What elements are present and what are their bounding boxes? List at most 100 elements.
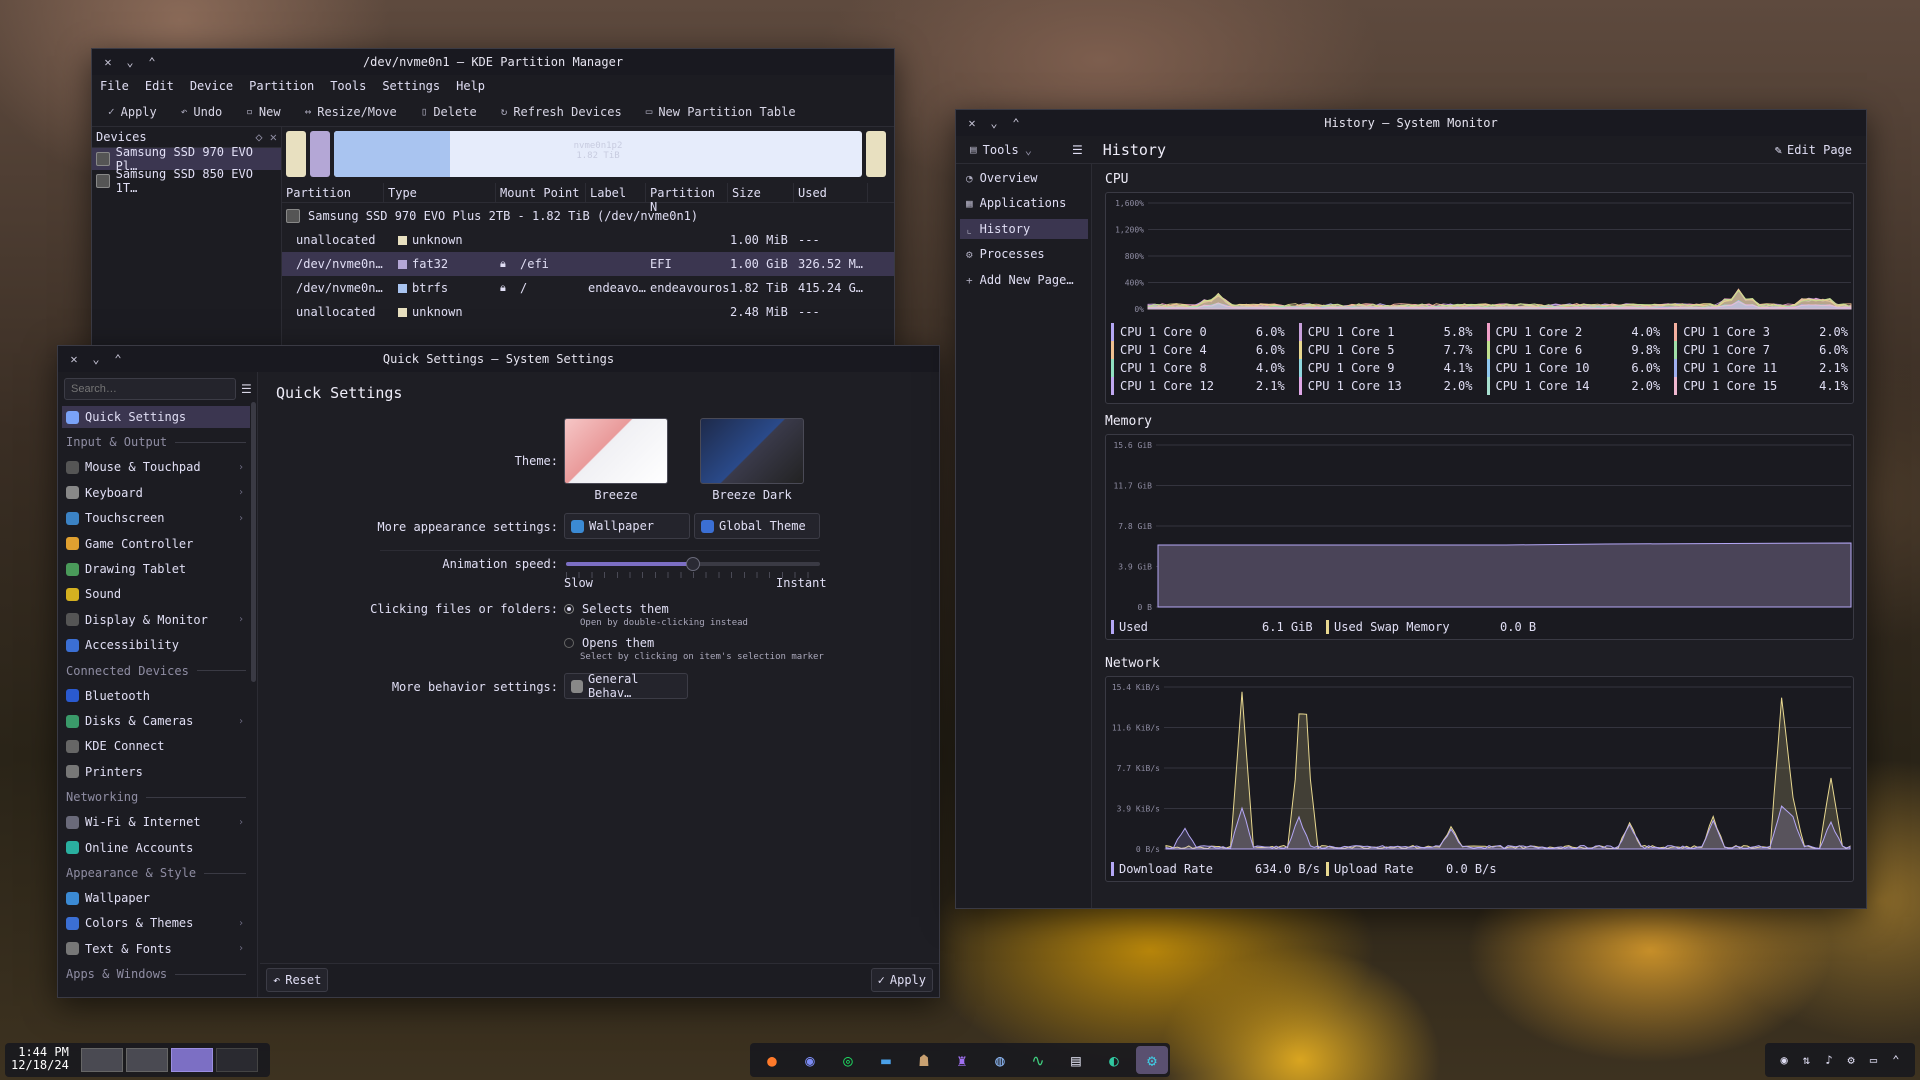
sidebar-item-disks-cameras[interactable]: Disks & Cameras › (62, 710, 250, 732)
partition-segment[interactable]: nvme0n1p2 1.82 TiB (334, 131, 862, 177)
maximize-icon[interactable]: ⌃ (146, 55, 158, 69)
sidebar-item-game-controller[interactable]: Game Controller (62, 533, 250, 555)
maximize-icon[interactable]: ⌃ (112, 352, 124, 366)
search-input[interactable] (64, 378, 236, 400)
hamburger-menu-icon[interactable]: ☰ (1072, 143, 1083, 157)
selects-radio[interactable]: Selects them (564, 602, 669, 616)
pm-titlebar[interactable]: ✕ ⌄ ⌃ /dev/nvme0n1 — KDE Partition Manag… (92, 49, 894, 75)
nav-add-page[interactable]: + Add New Page… (960, 270, 1088, 290)
reset-button[interactable]: ↶ Reset (266, 968, 329, 992)
breeze-dark-theme-thumbnail[interactable] (700, 418, 804, 484)
menu-device[interactable]: Device (190, 79, 233, 93)
minimize-icon[interactable]: ⌄ (988, 116, 1000, 130)
device-item[interactable]: Samsung SSD 850 EVO 1T… (92, 167, 281, 195)
menu-file[interactable]: File (100, 79, 129, 93)
sidebar-item-printers[interactable]: Printers (62, 761, 250, 783)
menu-settings[interactable]: Settings (382, 79, 440, 93)
nav-processes[interactable]: ⚙ Processes (960, 244, 1088, 264)
global-theme-button[interactable]: Global Theme (694, 513, 820, 539)
edit-page-button[interactable]: ✎ Edit Page (1775, 143, 1852, 157)
col-pname[interactable]: Partition N (646, 183, 728, 214)
sidebar-item-online-accounts[interactable]: Online Accounts (62, 837, 250, 859)
col-type[interactable]: Type (384, 183, 496, 202)
menu-tools[interactable]: Tools (330, 79, 366, 93)
sidebar-item-wallpaper[interactable]: Wallpaper (62, 887, 250, 909)
dolphin-icon[interactable]: ▬ (870, 1046, 902, 1074)
new-button[interactable]: ▫ New (246, 105, 280, 119)
menu-partition[interactable]: Partition (249, 79, 314, 93)
desktop-4[interactable] (216, 1048, 258, 1072)
partition-segment[interactable] (310, 131, 330, 177)
settings-tray-icon[interactable]: ⚙ (1848, 1053, 1855, 1067)
partition-segment[interactable] (286, 131, 306, 177)
chevron-up-icon[interactable]: ⌃ (1892, 1053, 1899, 1067)
partition-icon[interactable]: ◐ (1098, 1046, 1130, 1074)
sidebar-item-colors-themes[interactable]: Colors & Themes › (62, 912, 250, 934)
resize-button[interactable]: ↔ Resize/Move (305, 105, 397, 119)
undo-button[interactable]: ↶ Undo (181, 105, 223, 119)
close-icon[interactable]: ✕ (102, 55, 114, 69)
partition-segment[interactable] (866, 131, 886, 177)
clock[interactable]: 1:44 PM 12/18/24 (11, 1046, 69, 1072)
partition-bar[interactable]: nvme0n1p2 1.82 TiB (286, 131, 886, 177)
monitor-icon[interactable]: ∿ (1022, 1046, 1054, 1074)
apply-settings-button[interactable]: ✓ Apply (870, 968, 933, 992)
ss-titlebar[interactable]: ✕ ⌄ ⌃ Quick Settings — System Settings (58, 346, 939, 372)
close-icon[interactable]: ✕ (966, 116, 978, 130)
col-label[interactable]: Label (586, 183, 646, 202)
menu-help[interactable]: Help (456, 79, 485, 93)
panel-controls-icon[interactable]: ◇ ✕ (255, 130, 277, 144)
wallpaper-button[interactable]: Wallpaper (564, 513, 690, 539)
refresh-button[interactable]: ↻ Refresh Devices (501, 105, 622, 119)
partition-row[interactable]: /dev/nvme0n… btrfs / endeavo… endeavouros 1.8… (282, 276, 894, 300)
col-used[interactable]: Used (794, 183, 868, 202)
kate-icon[interactable]: ▤ (1060, 1046, 1092, 1074)
nav-applications[interactable]: ▦ Applications (960, 193, 1088, 213)
steam-icon[interactable]: ◍ (984, 1046, 1016, 1074)
sidebar-item-kde-connect[interactable]: KDE Connect (62, 735, 250, 757)
sidebar-item-display-monitor[interactable]: Display & Monitor › (62, 609, 250, 631)
animation-slider-handle[interactable] (686, 557, 700, 571)
minimize-icon[interactable]: ⌄ (90, 352, 102, 366)
apply-button[interactable]: ✓ Apply (108, 105, 157, 119)
col-partition[interactable]: Partition (282, 183, 384, 202)
sidebar-item-text-fonts[interactable]: Text & Fonts › (62, 938, 250, 960)
firefox-icon[interactable]: ● (756, 1046, 788, 1074)
tools-dropdown[interactable]: ▤ Tools ⌄ (970, 143, 1050, 157)
breeze-theme-thumbnail[interactable] (564, 418, 668, 484)
delete-button[interactable]: ▯ Delete (421, 105, 477, 119)
opens-radio[interactable]: Opens them (564, 636, 654, 650)
discord-tray-icon[interactable]: ◉ (1781, 1053, 1788, 1067)
sidebar-item-mouse-touchpad[interactable]: Mouse & Touchpad › (62, 456, 250, 478)
sidebar-scrollbar[interactable] (251, 402, 256, 682)
krita-icon[interactable]: ♜ (946, 1046, 978, 1074)
disk-row[interactable]: Samsung SSD 970 EVO Plus 2TB - 1.82 TiB … (282, 204, 894, 228)
desktop-2[interactable] (126, 1048, 168, 1072)
spotify-icon[interactable]: ◎ (832, 1046, 864, 1074)
desktop-3[interactable] (171, 1048, 213, 1072)
sidebar-item-touchscreen[interactable]: Touchscreen › (62, 507, 250, 529)
desktop-1[interactable] (81, 1048, 123, 1072)
network-icon[interactable]: ⇅ (1803, 1053, 1810, 1067)
sm-titlebar[interactable]: ✕ ⌄ ⌃ History — System Monitor (956, 110, 1866, 136)
close-icon[interactable]: ✕ (68, 352, 80, 366)
sidebar-item-bluetooth[interactable]: Bluetooth (62, 685, 250, 707)
sidebar-item-quick-settings[interactable]: Quick Settings (62, 406, 250, 428)
sidebar-item-drawing-tablet[interactable]: Drawing Tablet (62, 558, 250, 580)
settings-icon[interactable]: ⚙ (1136, 1046, 1168, 1074)
maximize-icon[interactable]: ⌃ (1010, 116, 1022, 130)
volume-icon[interactable]: ♪ (1825, 1053, 1832, 1067)
sidebar-item-sound[interactable]: Sound (62, 583, 250, 605)
sidebar-item-keyboard[interactable]: Keyboard › (62, 482, 250, 504)
partition-row[interactable]: /dev/nvme0n… fat32/efi EFI 1.00 GiB 326.52 M… (282, 252, 894, 276)
nav-overview[interactable]: ◔ Overview (960, 168, 1088, 188)
new-table-button[interactable]: ▭ New Partition Table (646, 105, 796, 119)
sidebar-item-wi-fi-internet[interactable]: Wi-Fi & Internet › (62, 811, 250, 833)
nav-history[interactable]: ⌞ History (960, 219, 1088, 239)
animation-slider-track[interactable] (566, 557, 820, 571)
hamburger-menu-icon[interactable]: ☰ (241, 382, 252, 396)
display-icon[interactable]: ▭ (1870, 1053, 1877, 1067)
discord-icon[interactable]: ◉ (794, 1046, 826, 1074)
col-size[interactable]: Size (728, 183, 794, 202)
menu-edit[interactable]: Edit (145, 79, 174, 93)
